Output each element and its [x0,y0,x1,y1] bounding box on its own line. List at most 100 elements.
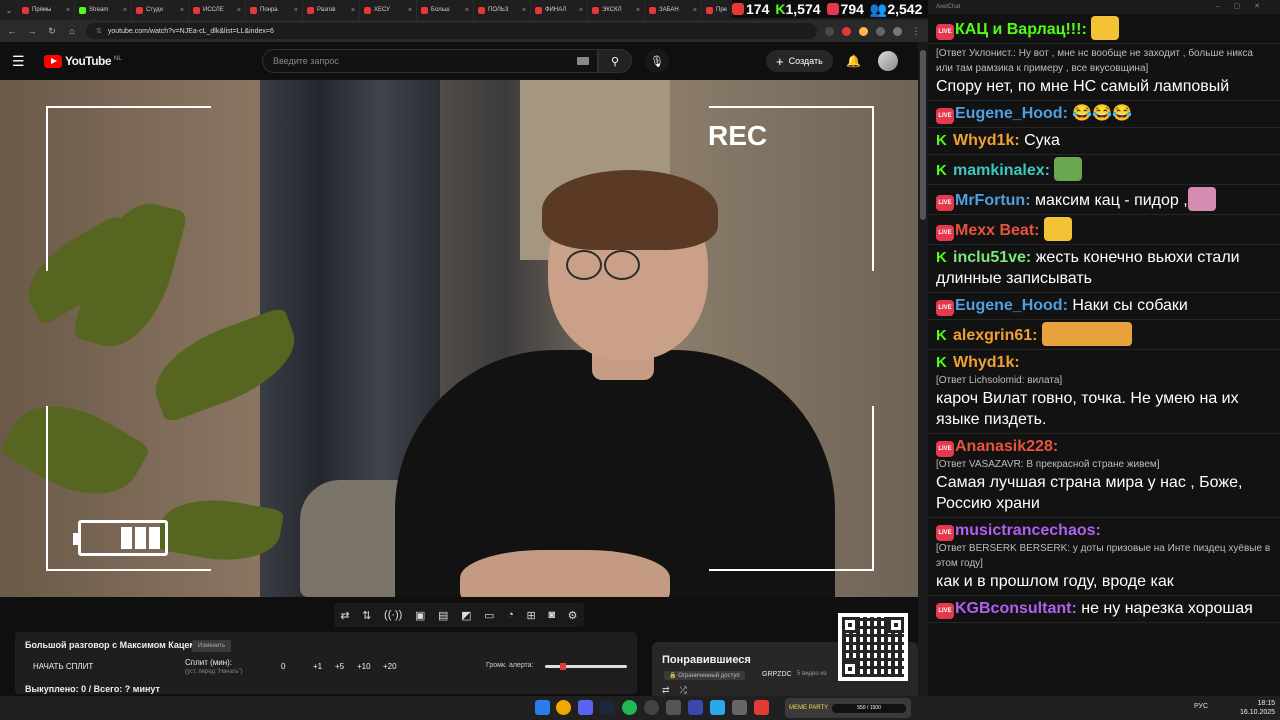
settings-gear-icon[interactable]: ⚙ [568,609,578,622]
chat-username[interactable]: Mexx Beat: [955,222,1039,239]
chat-username[interactable]: mamkinalex: [953,162,1050,179]
chat-username[interactable]: alexgrin61: [953,327,1037,344]
browser-tab[interactable]: Студи × [132,0,189,20]
tab-close-icon[interactable]: × [294,7,298,14]
search-input[interactable]: Введите запрос [262,49,598,73]
browser-tab[interactable]: ПОЛЬЗ × [474,0,531,20]
increment-button[interactable]: +1 [313,662,322,671]
shuffle-icon[interactable]: ⤮ [680,685,687,696]
extension-icon[interactable] [842,26,851,36]
tab-close-icon[interactable]: × [636,7,640,14]
speed-icon[interactable]: ◔ [507,609,514,621]
chat-username[interactable]: MrFortun: [955,192,1031,209]
tab-close-icon[interactable]: × [465,7,469,14]
increment-button[interactable]: +5 [335,662,344,671]
back-icon[interactable]: ← [6,26,18,36]
extension-icon[interactable] [859,26,868,36]
camera-icon[interactable]: ◙ [548,609,555,621]
video-player[interactable]: REC [0,80,918,597]
browser-tab[interactable]: ЭКСКЛ × [588,0,645,20]
browser-tab[interactable]: Прямы × [18,0,75,20]
app-icon[interactable] [754,700,769,715]
forward-icon[interactable]: → [26,26,38,36]
chat-username[interactable]: inclu51ve: [953,249,1031,266]
chrome-icon[interactable] [556,700,571,715]
app-icon[interactable] [732,700,747,715]
browser-tab[interactable]: ФИНАЛ × [531,0,588,20]
chat-username[interactable]: Ananasik228: [955,438,1058,455]
screenshot-icon[interactable]: ▣ [415,609,425,622]
downloads-icon[interactable] [876,26,885,36]
avatar[interactable] [878,51,898,71]
app-icon[interactable] [666,700,681,715]
volume-slider[interactable] [545,663,627,670]
audio-icon[interactable]: ((·)) [384,609,402,621]
search-button[interactable]: ⚲ [598,49,632,73]
create-button[interactable]: + Создать [766,50,833,72]
tab-search-icon[interactable]: ⌄ [0,0,18,20]
chat-username[interactable]: КАЦ и Варлац!!!: [955,21,1087,38]
browser-tab[interactable]: Больш × [417,0,474,20]
page-scrollbar[interactable] [918,42,928,696]
tab-close-icon[interactable]: × [579,7,583,14]
spotify-icon[interactable] [622,700,637,715]
steam-icon[interactable] [600,700,615,715]
reload-icon[interactable]: ↻ [46,26,58,37]
profile-icon[interactable] [893,26,902,36]
increment-button[interactable]: +10 [357,662,371,671]
menu-icon[interactable]: ⋮ [910,26,922,37]
chat-username[interactable]: Eugene_Hood: [955,297,1068,314]
chat-username[interactable]: musictrancechaos: [955,522,1101,539]
tab-close-icon[interactable]: × [522,7,526,14]
browser-tab[interactable]: ЗАБАН × [645,0,702,20]
tab-close-icon[interactable]: × [180,7,184,14]
extension-icon[interactable] [825,26,834,36]
tab-close-icon[interactable]: × [237,7,241,14]
meme-party-widget[interactable]: MEME PARTY 550 / 1500 [785,698,911,718]
tab-close-icon[interactable]: × [351,7,355,14]
system-clock[interactable]: 18:15 16.10.2025 [1240,699,1275,717]
telegram-icon[interactable] [710,700,725,715]
playlist-owner[interactable]: GRPZDC [762,671,792,678]
increment-button[interactable]: +20 [383,662,397,671]
browser-tab[interactable]: ХЕСУ × [360,0,417,20]
loop-icon[interactable]: ⇄ [662,685,670,696]
browser-tab[interactable]: Stream × [75,0,132,20]
edit-button[interactable]: Изменить [192,640,232,652]
app-icon[interactable] [688,700,703,715]
url-field[interactable]: ⇅ youtube.com/watch?v=NJEa-cL_dlk&list=L… [86,23,817,39]
keyboard-icon[interactable] [577,57,589,65]
youtube-logo[interactable]: YouTube NL [44,54,122,68]
chat-username[interactable]: Eugene_Hood: [955,105,1068,122]
volume-slider-knob[interactable] [560,663,567,670]
voice-search-button[interactable]: 🎙 [645,49,669,73]
window-controls[interactable]: –▢✕ [1216,2,1274,10]
language-indicator[interactable]: РУС [1194,703,1208,710]
tab-close-icon[interactable]: × [693,7,697,14]
theater-icon[interactable]: ▭ [484,609,494,622]
playlist-title[interactable]: Понравившиеся [662,654,751,666]
clip-icon[interactable]: ▤ [438,609,448,622]
site-info-icon[interactable]: ⇅ [96,27,102,35]
pip-icon[interactable]: ◩ [461,609,471,622]
loop-icon[interactable]: ⇄ [340,609,349,622]
chat-username[interactable]: Whyd1k: [953,132,1020,149]
add-icon[interactable]: ⊞ [526,609,535,622]
browser-tab[interactable]: Разгов × [303,0,360,20]
tab-close-icon[interactable]: × [66,7,70,14]
sort-icon[interactable]: ⇅ [362,609,371,622]
windows-start-icon[interactable] [535,700,550,715]
start-split-button[interactable]: НАЧАТЬ СПЛИТ [33,662,93,671]
chat-username[interactable]: Whyd1k: [953,354,1020,371]
tab-close-icon[interactable]: × [123,7,127,14]
chat-username[interactable]: KGBconsultant: [955,600,1077,617]
browser-tab[interactable]: ИССЛЕ × [189,0,246,20]
notifications-bell-icon[interactable]: 🔔 [846,54,861,68]
hamburger-menu-icon[interactable]: ☰ [12,53,34,70]
browser-tab[interactable]: Понра × [246,0,303,20]
obs-icon[interactable] [644,700,659,715]
home-icon[interactable]: ⌂ [66,26,78,36]
scrollbar-thumb[interactable] [920,50,926,220]
tab-close-icon[interactable]: × [408,7,412,14]
discord-icon[interactable] [578,700,593,715]
